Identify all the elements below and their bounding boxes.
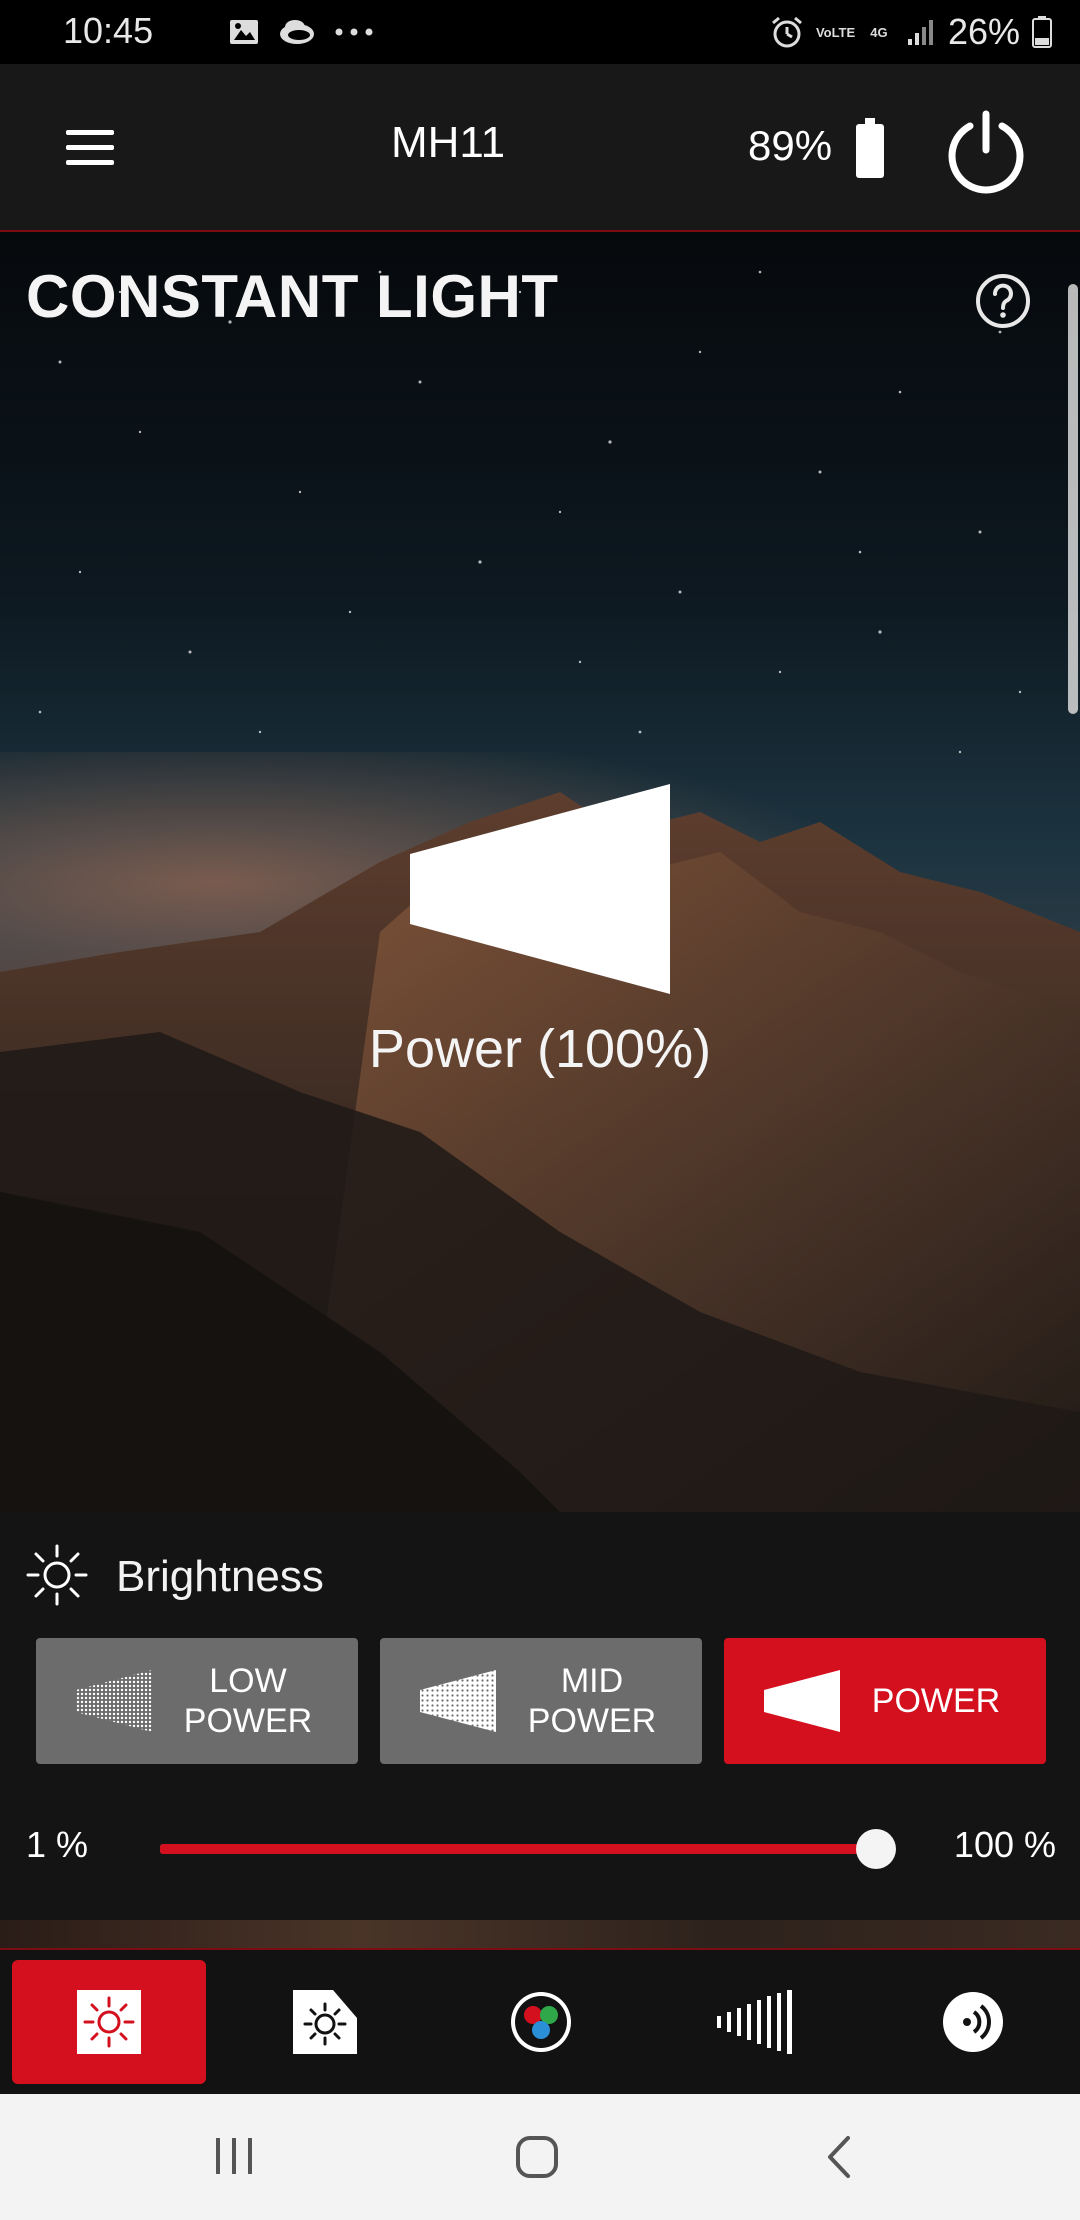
status-bar: 10:45 VoLTE 4G 26%	[0, 0, 1080, 64]
more-dots-icon	[335, 28, 373, 36]
app-bar: MH11 89%	[0, 64, 1080, 232]
tab-flash[interactable]	[228, 1960, 422, 2084]
mid-power-label: MID POWER	[527, 1662, 657, 1740]
light-beam-icon	[410, 784, 670, 994]
brightness-panel: Brightness LOW POWER MID POWER POWER 1 %…	[0, 1512, 1080, 1920]
signal-icon	[907, 20, 933, 45]
tab-sound[interactable]	[876, 1960, 1070, 2084]
low-power-button[interactable]: LOW POWER	[36, 1638, 358, 1764]
mid-power-button[interactable]: MID POWER	[380, 1638, 702, 1764]
status-notification-icons	[228, 14, 374, 50]
home-button[interactable]	[508, 2132, 568, 2182]
image-icon	[230, 20, 258, 44]
4g-icon: 4G	[870, 24, 888, 40]
fade-bars-icon	[717, 1990, 792, 2054]
brightness-slider[interactable]	[160, 1829, 896, 1869]
sun-icon	[26, 1544, 88, 1606]
full-beam-icon	[764, 1670, 840, 1732]
slider-thumb[interactable]	[856, 1829, 896, 1869]
sound-wave-icon	[943, 1992, 1003, 2052]
background-strip	[0, 1920, 1080, 1950]
system-nav-bar	[0, 2094, 1080, 2220]
alarm-icon	[771, 16, 802, 48]
brightness-label: Brightness	[116, 1552, 324, 1601]
battery-icon	[1032, 16, 1052, 48]
rgb-icon	[511, 1992, 571, 2052]
status-battery-percent: 26%	[947, 11, 1020, 52]
device-battery-percent: 89%	[748, 122, 833, 169]
tab-effects[interactable]	[660, 1960, 854, 2084]
low-beam-icon	[76, 1670, 152, 1732]
low-power-label: LOW POWER	[183, 1662, 313, 1740]
tab-constant-light[interactable]	[12, 1960, 206, 2084]
sun-icon	[77, 1990, 141, 2054]
power-mode-button[interactable]: POWER	[724, 1638, 1046, 1764]
status-time: 10:45	[63, 10, 154, 51]
mode-tab-bar	[0, 1950, 1080, 2094]
mode-title: CONSTANT LIGHT	[26, 263, 559, 330]
scroll-handle[interactable]	[1068, 284, 1078, 714]
power-mode-label: POWER	[871, 1682, 1001, 1720]
tab-rgb[interactable]	[444, 1960, 638, 2084]
slider-fill	[160, 1844, 876, 1854]
device-battery-icon	[856, 118, 884, 178]
help-icon[interactable]	[974, 272, 1032, 330]
slider-max-label: 100 %	[953, 1824, 1056, 1865]
power-button[interactable]	[944, 110, 1028, 194]
recent-apps-button[interactable]	[204, 2132, 264, 2182]
cloud-icon	[280, 20, 314, 44]
status-system-icons: VoLTE 4G 26%	[770, 10, 1052, 54]
hero-background: CONSTANT LIGHT Power (100%)	[0, 232, 1080, 1512]
power-status-text: Power (100%)	[368, 1019, 712, 1079]
sun-flash-icon	[293, 1990, 357, 2054]
volte-icon: VoLTE	[815, 24, 856, 40]
mid-beam-icon	[420, 1670, 496, 1732]
back-button[interactable]	[812, 2132, 872, 2182]
slider-min-label: 1 %	[26, 1824, 89, 1865]
